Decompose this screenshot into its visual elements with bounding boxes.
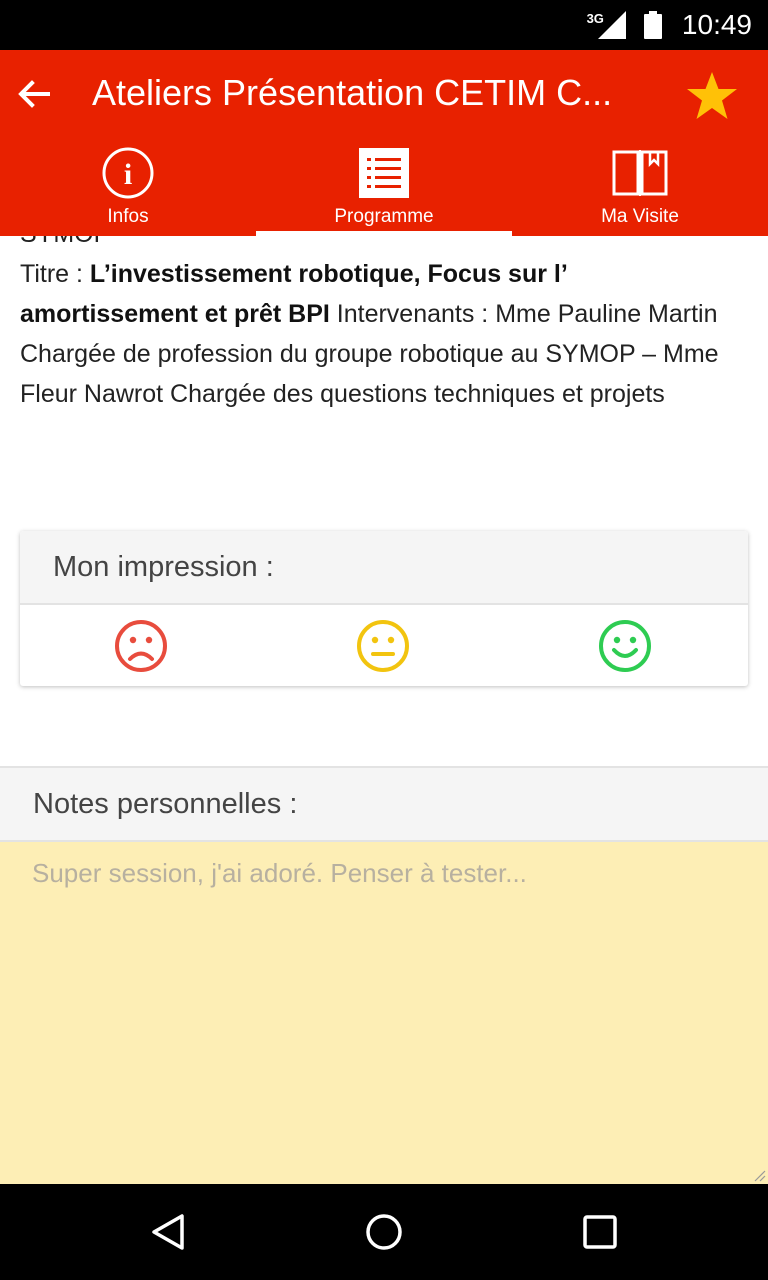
navigation-bar	[0, 1184, 768, 1280]
sad-face-icon	[115, 619, 167, 672]
star-icon	[687, 72, 737, 119]
signal-icon	[597, 11, 626, 39]
tab-programme[interactable]: Programme	[256, 140, 512, 236]
favorite-button[interactable]	[684, 68, 740, 124]
page-title: Ateliers Présentation CETIM C...	[92, 72, 613, 113]
square-recents-icon	[583, 1215, 617, 1249]
impression-options	[20, 605, 748, 686]
notes-label: Notes personnelles :	[0, 766, 768, 842]
happy-face-icon	[599, 619, 651, 672]
status-icons: 3G 10:49	[587, 0, 752, 50]
app-bar: Ateliers Présentation CETIM C... i Infos	[0, 50, 768, 236]
book-icon	[612, 150, 668, 196]
circle-home-icon	[366, 1214, 402, 1250]
impression-card: Mon impression :	[20, 531, 748, 686]
list-icon	[359, 148, 409, 198]
nav-back-button[interactable]	[128, 1192, 208, 1272]
tab-ma-visite[interactable]: Ma Visite	[512, 140, 768, 236]
resize-handle-icon[interactable]	[752, 1168, 766, 1182]
notes-field[interactable]	[0, 842, 768, 1184]
tab-label: Programme	[334, 206, 434, 227]
triangle-back-icon	[152, 1214, 184, 1250]
neutral-rating-button[interactable]	[262, 605, 504, 686]
impression-label: Mon impression :	[20, 531, 748, 605]
back-button[interactable]	[10, 70, 58, 118]
tab-label: Ma Visite	[601, 206, 679, 227]
nav-recents-button[interactable]	[560, 1192, 640, 1272]
session-content: SYMOP Titre : L’investissement robotique…	[0, 236, 768, 766]
neutral-face-icon	[357, 619, 409, 672]
sad-rating-button[interactable]	[20, 605, 262, 686]
tab-bar: i Infos Programme Ma Visite	[0, 140, 768, 236]
battery-icon	[643, 11, 662, 39]
arrow-left-icon	[18, 80, 50, 108]
info-icon: i	[102, 147, 154, 199]
tab-label: Infos	[107, 206, 149, 227]
truncated-text: SYMOP	[20, 236, 110, 249]
title-prefix: Titre :	[20, 260, 90, 288]
svg-text:i: i	[124, 158, 132, 191]
clock: 10:49	[681, 9, 752, 40]
session-description: Titre : L’investissement robotique, Focu…	[20, 254, 740, 414]
nav-home-button[interactable]	[344, 1192, 424, 1272]
status-bar: 3G 10:49	[0, 0, 768, 50]
tab-infos[interactable]: i Infos	[0, 140, 256, 236]
happy-rating-button[interactable]	[504, 605, 746, 686]
